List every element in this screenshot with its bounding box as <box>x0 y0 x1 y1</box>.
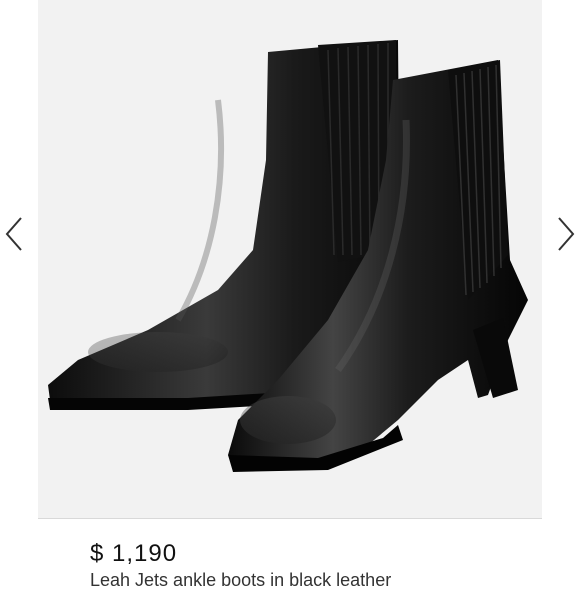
previous-image-button[interactable] <box>0 212 28 256</box>
gallery-divider <box>38 518 542 519</box>
boots-illustration <box>48 40 528 472</box>
next-image-button[interactable] <box>552 212 580 256</box>
product-description[interactable]: Leah Jets ankle boots in black leather <box>90 570 391 591</box>
chevron-left-icon <box>5 217 22 251</box>
chevron-right-icon <box>558 217 575 251</box>
product-image-gallery <box>0 0 580 520</box>
product-photo <box>38 0 542 518</box>
product-price: $ 1,190 <box>90 540 178 567</box>
